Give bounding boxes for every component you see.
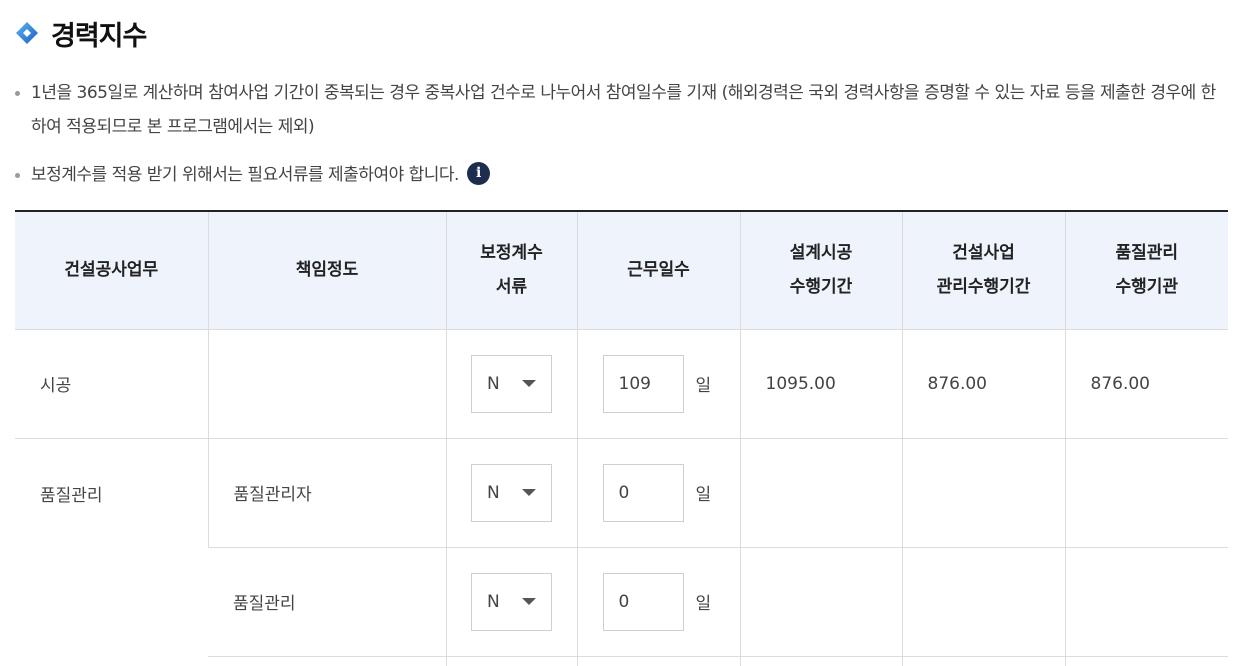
page-title: 경력지수 <box>51 20 147 52</box>
note-item: 보정계수를 적용 받기 위해서는 필요서류를 제출하여야 합니다. i <box>15 158 1230 192</box>
cell-cm-period: 876.00 <box>901 329 1065 439</box>
days-input[interactable] <box>602 354 684 413</box>
cell-responsibility <box>208 656 446 666</box>
bullet-icon <box>15 173 20 178</box>
header-design-period: 설계시공 수행기간 <box>739 211 902 330</box>
note-text: 보정계수를 적용 받기 위해서는 필요서류를 제출하여야 합니다. <box>31 165 459 185</box>
career-table: 건설공사업무 책임정도 보정계수 서류 근무일수 설계시공 수행기간 건설사업 관리수… <box>15 210 1228 666</box>
cell-doc <box>445 656 577 666</box>
cell-qc-period: 876.00 <box>1064 329 1228 439</box>
doc-select-value: N <box>487 482 500 503</box>
doc-select[interactable]: N <box>471 354 552 413</box>
header-days: 근무일수 <box>576 211 740 330</box>
table-row: 시공 N 일 1095.00 876.00 876.00 <box>15 329 1228 439</box>
header-qc-period: 품질관리 수행기관 <box>1064 211 1228 330</box>
table-row: 품질관리 품질관리자 N 일 <box>15 438 1228 666</box>
header-doc: 보정계수 서류 <box>445 211 577 330</box>
cell-design-period <box>739 547 902 657</box>
days-input[interactable] <box>602 572 684 631</box>
caret-down-icon <box>522 598 536 605</box>
table-header-row: 건설공사업무 책임정도 보정계수 서류 근무일수 설계시공 수행기간 건설사업 관리수… <box>15 211 1228 330</box>
note-item: 1년을 365일로 계산하며 참여사업 기간이 중복되는 경우 중복사업 건수로… <box>15 76 1230 144</box>
doc-select-value: N <box>487 373 500 394</box>
cell-responsibility <box>207 329 446 439</box>
cell-qc-period <box>1064 438 1228 548</box>
cell-days <box>576 656 740 666</box>
cell-days: 일 <box>576 438 740 548</box>
cell-cm-period <box>901 656 1065 666</box>
cell-work: 품질관리 <box>15 438 208 666</box>
doc-select[interactable]: N <box>471 572 552 631</box>
cell-days: 일 <box>576 329 740 439</box>
cell-work: 시공 <box>15 329 208 439</box>
doc-select[interactable]: N <box>471 463 552 522</box>
cell-cm-period <box>901 438 1065 548</box>
header-responsibility: 책임정도 <box>207 211 446 330</box>
cell-design-period <box>739 656 902 666</box>
note-text: 1년을 365일로 계산하며 참여사업 기간이 중복되는 경우 중복사업 건수로… <box>31 83 1216 137</box>
bullet-icon <box>15 91 20 96</box>
cell-qc-period <box>1064 656 1228 666</box>
diamond-icon <box>16 22 38 44</box>
doc-select-value: N <box>487 591 500 612</box>
cell-doc: N <box>445 438 577 548</box>
day-unit-label: 일 <box>695 376 712 396</box>
cell-doc: N <box>445 547 577 657</box>
day-unit-label: 일 <box>695 485 712 505</box>
cell-responsibility: 품질관리자 <box>207 438 446 548</box>
caret-down-icon <box>522 380 536 387</box>
header-work: 건설공사업무 <box>15 211 208 330</box>
cell-days: 일 <box>576 547 740 657</box>
info-icon[interactable]: i <box>466 161 490 185</box>
cell-responsibility: 품질관리 <box>208 547 446 657</box>
notes-list: 1년을 365일로 계산하며 참여사업 기간이 중복되는 경우 중복사업 건수로… <box>15 76 1230 192</box>
cell-cm-period <box>901 547 1065 657</box>
cell-design-period: 1095.00 <box>739 329 902 439</box>
cell-qc-period <box>1064 547 1228 657</box>
cell-design-period <box>739 438 902 548</box>
caret-down-icon <box>522 489 536 496</box>
cell-doc: N <box>445 329 577 439</box>
page-header: 경력지수 <box>15 15 147 52</box>
day-unit-label: 일 <box>695 594 712 614</box>
header-cm-period: 건설사업 관리수행기간 <box>901 211 1065 330</box>
days-input[interactable] <box>602 463 684 522</box>
